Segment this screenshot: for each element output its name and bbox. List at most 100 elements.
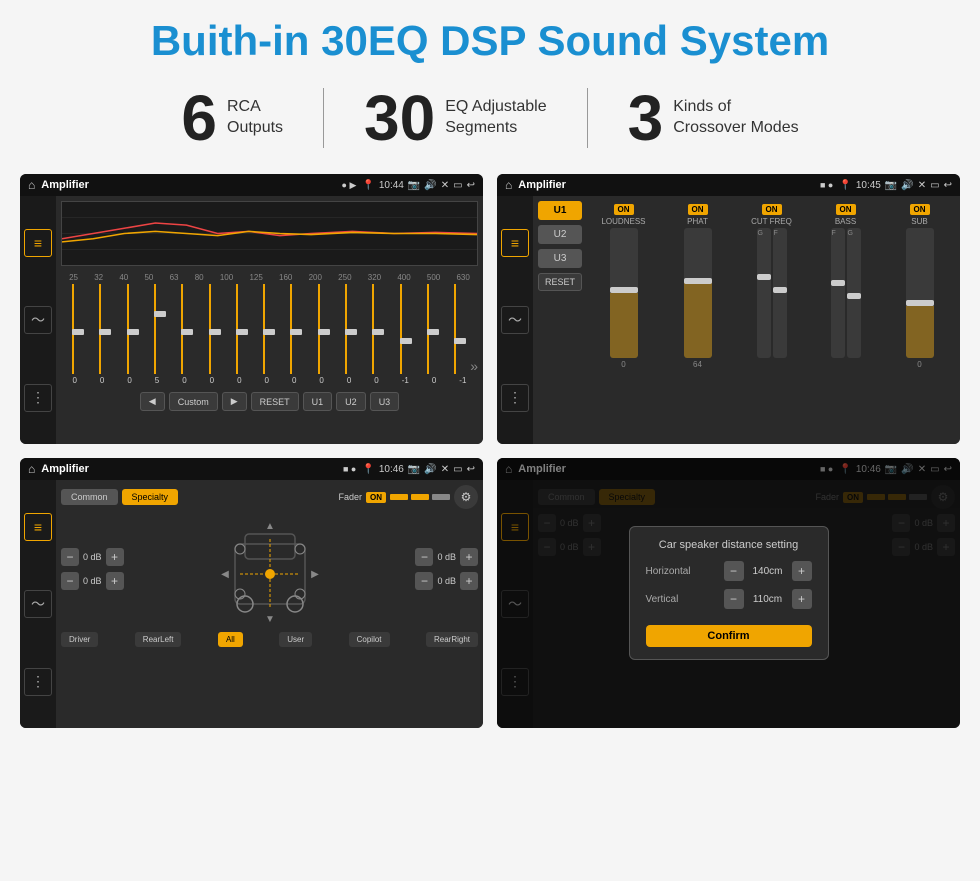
crossover-content: U1 U2 U3 RESET ON LOUDNESS 0 ON	[533, 196, 960, 444]
horizontal-value-row[interactable]: − 140cm +	[724, 561, 812, 581]
slider-3[interactable]	[116, 284, 140, 374]
sub-label: SUB	[911, 217, 927, 226]
db-minus-2[interactable]: −	[61, 572, 79, 590]
eq-values: 00050 00000 00-10-1	[56, 374, 483, 387]
crossover-reset-btn[interactable]: RESET	[538, 273, 582, 291]
horizontal-plus-btn[interactable]: +	[792, 561, 812, 581]
slider-15[interactable]	[443, 284, 467, 374]
horizontal-row: Horizontal − 140cm +	[646, 561, 812, 581]
slider-10[interactable]	[307, 284, 331, 374]
bass-slider-g[interactable]: G	[847, 228, 861, 358]
fader-icon-2[interactable]: 〜	[24, 590, 52, 618]
preset-u1[interactable]: U1	[538, 201, 582, 220]
channel-sub: ON SUB 0	[884, 204, 955, 369]
eq-custom-btn[interactable]: Custom	[169, 392, 218, 411]
home-icon-3[interactable]: ⌂	[28, 462, 35, 476]
slider-14[interactable]	[416, 284, 440, 374]
crossover-app-name: Amplifier	[518, 179, 814, 191]
horizontal-minus-btn[interactable]: −	[724, 561, 744, 581]
slider-9[interactable]	[279, 284, 303, 374]
slider-12[interactable]	[361, 284, 385, 374]
common-mode-btn[interactable]: Common	[61, 489, 118, 505]
db-plus-3[interactable]: +	[460, 548, 478, 566]
preset-u3[interactable]: U3	[538, 249, 582, 268]
eq-sliders: »	[56, 284, 483, 374]
chevron-right-icon[interactable]: »	[470, 358, 478, 374]
svg-text:▶: ▶	[311, 569, 319, 580]
rearleft-btn[interactable]: RearLeft	[135, 632, 182, 647]
driver-btn[interactable]: Driver	[61, 632, 98, 647]
preset-u2[interactable]: U2	[538, 225, 582, 244]
slider-5[interactable]	[170, 284, 194, 374]
cutfreq-label: CUT FREQ	[751, 217, 792, 226]
loudness-label: LOUDNESS	[601, 217, 645, 226]
copilot-btn[interactable]: Copilot	[349, 632, 390, 647]
eq-reset-btn[interactable]: RESET	[251, 392, 299, 411]
vertical-minus-btn[interactable]: −	[724, 589, 744, 609]
page-title: Buith-in 30EQ DSP Sound System	[151, 18, 829, 64]
loudness-slider[interactable]	[610, 228, 638, 358]
fader-left-db: − 0 dB + − 0 dB +	[61, 548, 124, 590]
fader-icon-1[interactable]: ≡	[24, 513, 52, 541]
channel-phat: ON PHAT 64	[662, 204, 733, 369]
stats-row: 6 RCA Outputs 30 EQ Adjustable Segments …	[40, 86, 940, 150]
horizontal-label: Horizontal	[646, 566, 691, 577]
eq-u3-btn[interactable]: U3	[370, 392, 400, 411]
db-row-2: − 0 dB +	[61, 572, 124, 590]
confirm-button[interactable]: Confirm	[646, 625, 812, 647]
eq-next-btn[interactable]: ▶	[222, 392, 247, 411]
vertical-value-row[interactable]: − 110cm +	[724, 589, 812, 609]
db-value-2: 0 dB	[83, 576, 102, 586]
slider-8[interactable]	[252, 284, 276, 374]
screenshots-grid: ⌂ Amplifier ● ▶ 📍 10:44 📷🔊✕▭↩ ≡ 〜 ⋮	[20, 174, 960, 728]
crossover-icon-3[interactable]: ⋮	[501, 384, 529, 412]
eq-icon-1[interactable]: ≡	[24, 229, 52, 257]
cutfreq-slider-f[interactable]: F	[773, 228, 787, 358]
user-btn[interactable]: User	[279, 632, 312, 647]
db-row-3: − 0 dB +	[415, 548, 478, 566]
crossover-icon-2[interactable]: 〜	[501, 306, 529, 334]
eq-icon-2[interactable]: 〜	[24, 306, 52, 334]
eq-icon-3[interactable]: ⋮	[24, 384, 52, 412]
rearright-btn[interactable]: RearRight	[426, 632, 478, 647]
all-btn[interactable]: All	[218, 632, 243, 647]
fader-bars	[390, 494, 450, 500]
fader-icon-3[interactable]: ⋮	[24, 668, 52, 696]
stat-number-rca: 6	[181, 86, 217, 150]
cutfreq-slider-g[interactable]: G	[757, 228, 771, 358]
phat-slider[interactable]	[684, 228, 712, 358]
db-plus-4[interactable]: +	[460, 572, 478, 590]
crossover-icon-1[interactable]: ≡	[501, 229, 529, 257]
db-minus-3[interactable]: −	[415, 548, 433, 566]
specialty-mode-btn[interactable]: Specialty	[122, 489, 179, 505]
fader-right-db: − 0 dB + − 0 dB +	[415, 548, 478, 590]
db-minus-4[interactable]: −	[415, 572, 433, 590]
slider-6[interactable]	[197, 284, 221, 374]
eq-u2-btn[interactable]: U2	[336, 392, 366, 411]
db-plus-1[interactable]: +	[106, 548, 124, 566]
eq-prev-btn[interactable]: ◀	[140, 392, 165, 411]
stat-label-eq: EQ Adjustable Segments	[445, 97, 546, 139]
slider-1[interactable]	[61, 284, 85, 374]
bass-slider-f[interactable]: F	[831, 228, 845, 358]
settings-icon[interactable]: ⚙	[454, 485, 478, 509]
home-icon[interactable]: ⌂	[28, 178, 35, 192]
slider-2[interactable]	[88, 284, 112, 374]
dialog-screen: ⌂ Amplifier ■ ● 📍 10:46 📷🔊✕▭↩ ≡ 〜 ⋮ Comm…	[497, 458, 960, 728]
slider-4[interactable]	[143, 284, 167, 374]
vertical-label: Vertical	[646, 594, 679, 605]
home-icon-2[interactable]: ⌂	[505, 178, 512, 192]
eq-u1-btn[interactable]: U1	[303, 392, 333, 411]
sub-slider[interactable]	[906, 228, 934, 358]
slider-11[interactable]	[334, 284, 358, 374]
slider-13[interactable]	[388, 284, 412, 374]
stat-number-crossover: 3	[628, 86, 664, 150]
db-plus-2[interactable]: +	[106, 572, 124, 590]
slider-7[interactable]	[225, 284, 249, 374]
fader-on-badge: ON	[366, 492, 386, 503]
db-row-4: − 0 dB +	[415, 572, 478, 590]
vertical-plus-btn[interactable]: +	[792, 589, 812, 609]
db-row-1: − 0 dB +	[61, 548, 124, 566]
db-minus-1[interactable]: −	[61, 548, 79, 566]
distance-dialog: Car speaker distance setting Horizontal …	[629, 526, 829, 660]
